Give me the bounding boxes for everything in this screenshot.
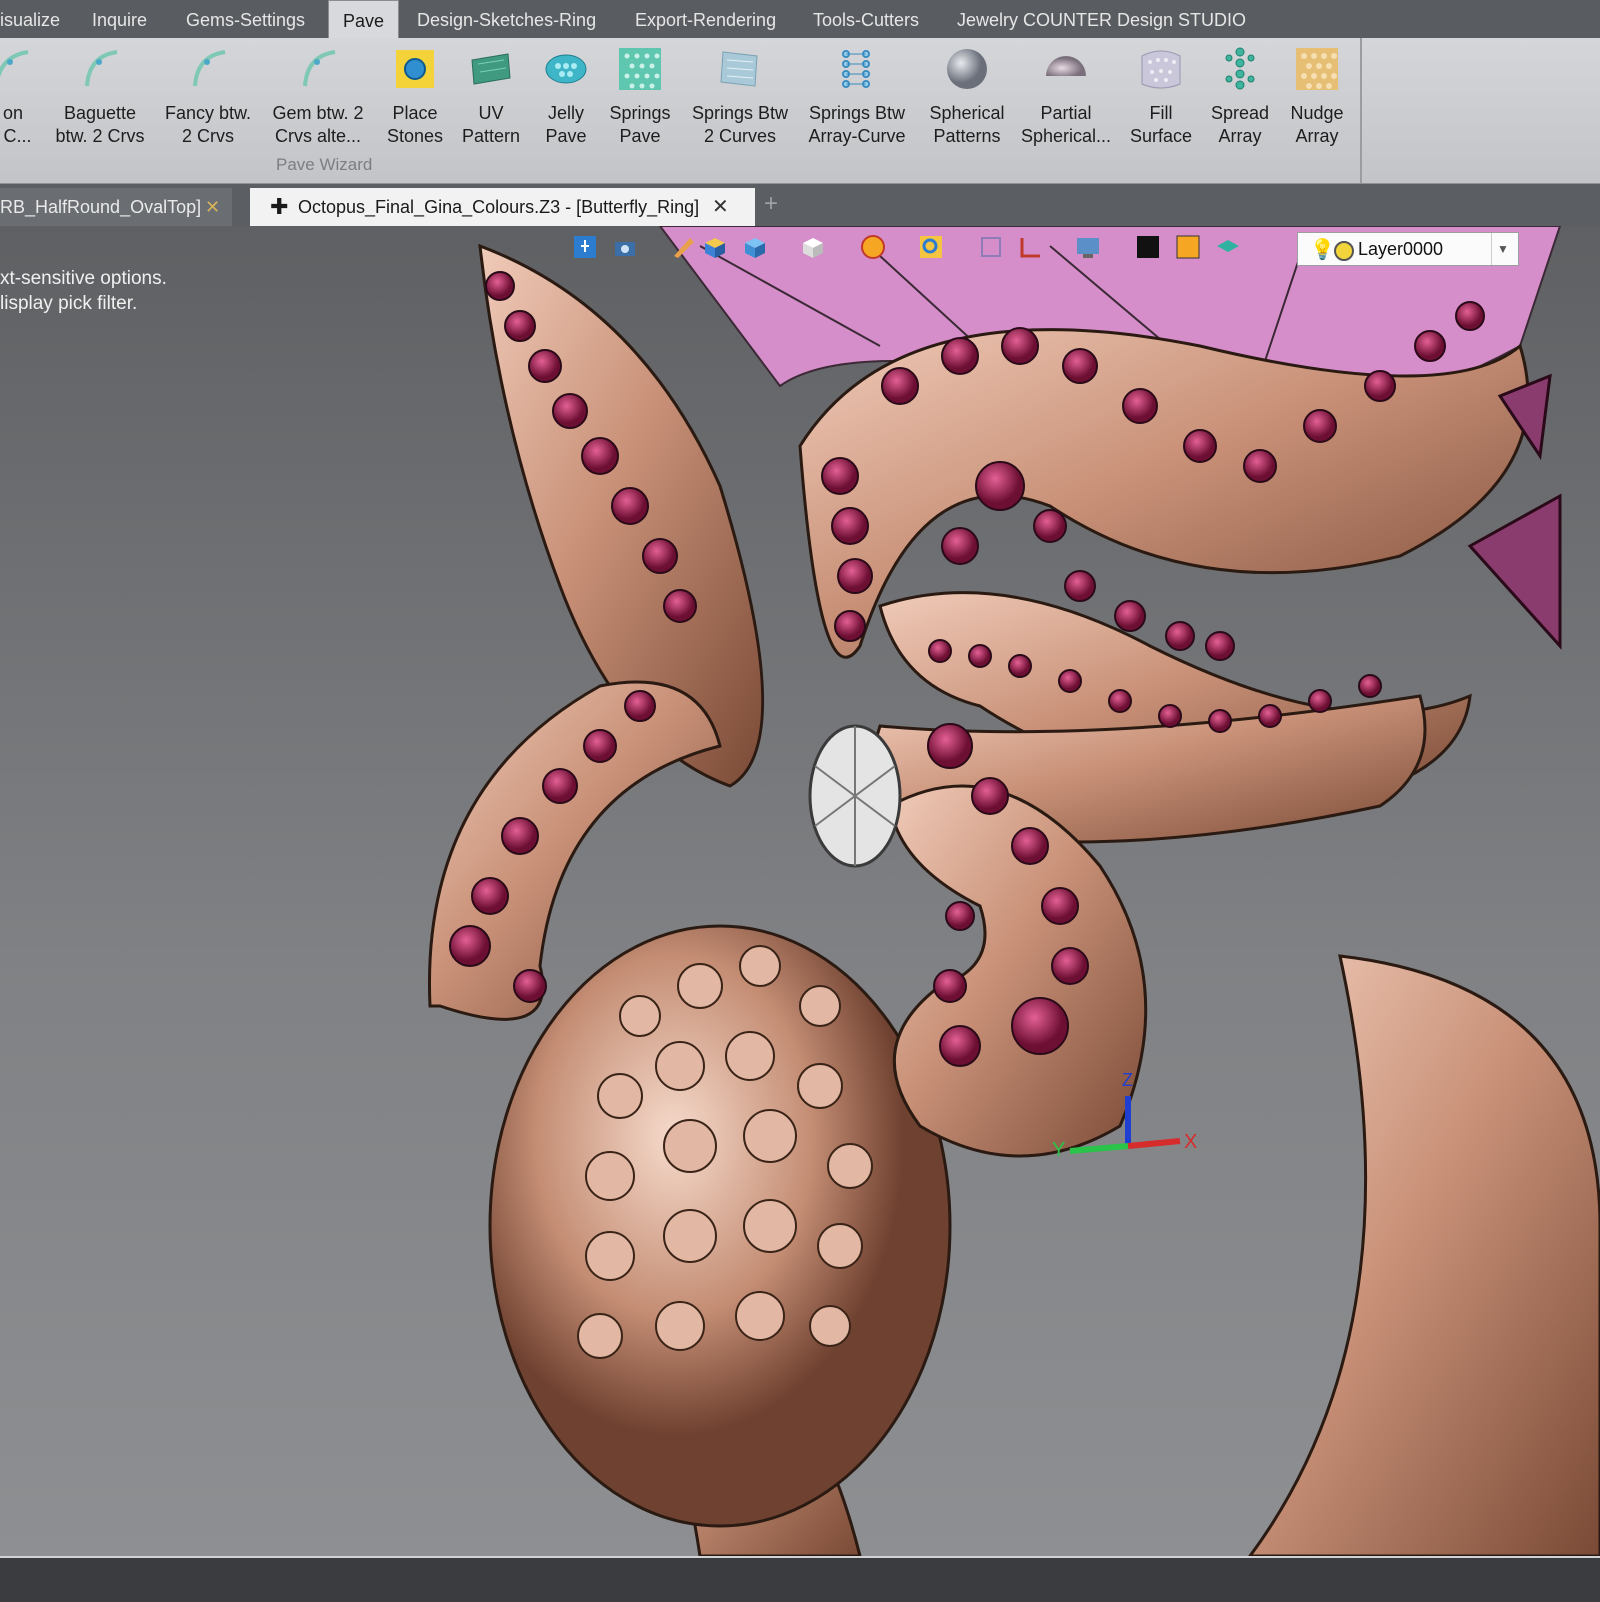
ribbon-button-baguette[interactable]: Baguette btw. 2 Crvs [52,46,148,156]
orange-color-swatch-icon[interactable] [1175,234,1201,260]
measure-icon[interactable] [1018,234,1044,260]
curve-gem-icon [303,50,336,87]
close-icon[interactable]: ✕ [205,188,220,226]
document-tab-octopus[interactable]: ✚ Octopus_Final_Gina_Colours.Z3 - [Butte… [250,188,755,226]
chevron-down-icon[interactable]: ▼ [1491,233,1514,265]
ribbon: on l C... Baguette btw. 2 Crvs Fancy btw… [0,38,1600,184]
fill-surface-icon [1141,50,1181,89]
layer-name: Layer0000 [1358,239,1444,259]
sphere-icon [947,49,987,89]
layer-dropdown[interactable]: 💡 Layer0000 ▼ [1297,232,1519,266]
ribbon-button-place-stones[interactable]: Place Stones [384,46,446,156]
axis-label-x: X [1184,1131,1197,1153]
menu-tab-jewelry-counter-design-studio[interactable]: Jewelry COUNTER Design STUDIO [957,0,1246,38]
place-stones-icon [396,50,434,88]
ring-model-render: X Y Z [427,226,1600,1556]
ribbon-button-fancy-between-curves[interactable]: Fancy btw. 2 Crvs [160,46,256,156]
axis-label-z: Z [1122,1070,1133,1090]
exit-icon[interactable] [572,234,598,260]
ribbon-button-spread-array[interactable]: Spread Array [1206,46,1274,156]
pen-icon[interactable] [670,234,696,260]
axis-label-y: Y [1052,1139,1065,1161]
context-hint: xt-sensitive options. lisplay pick filte… [0,268,167,314]
white-cube-icon[interactable] [800,234,826,260]
pin-icon: ✚ [270,194,289,219]
half-sphere-icon [1046,56,1086,76]
curve-gem-icon [0,50,29,78]
menu-tab-inquire[interactable]: Inquire [92,0,147,38]
ribbon-button-partial-spherical[interactable]: Partial Spherical... [1018,46,1114,156]
springs-curves-icon [720,51,758,87]
springs-pave-icon [619,48,661,90]
3d-viewport[interactable]: X Y Z xt-sensitive options. lisplay pick… [0,226,1600,1556]
menu-bar: isualize Inquire Gems-Settings Pave Desi… [0,0,1600,41]
ribbon-button-springs-between-curves[interactable]: Springs Btw 2 Curves [688,46,792,156]
color-wheel-icon[interactable] [860,234,886,260]
spread-array-icon [1225,47,1255,90]
camera-icon[interactable] [612,234,638,260]
ribbon-button-spherical-patterns[interactable]: Spherical Patterns [926,46,1008,156]
document-tab-halfround-ovaltop[interactable]: RB_HalfRound_OvalTop] ✕ [0,188,232,226]
ribbon-group-label: Pave Wizard [276,155,373,174]
ribbon-button-gem-on-curve[interactable]: on l C... [0,46,38,156]
lightbulb-icon[interactable]: 💡 [1310,237,1335,262]
zoom-icon[interactable] [918,234,944,260]
layer-color-icon [1334,241,1354,261]
document-tab-bar: RB_HalfRound_OvalTop] ✕ ✚ Octopus_Final_… [0,184,1600,226]
box-icon[interactable] [702,234,728,260]
menu-tab-tools-cutters[interactable]: Tools-Cutters [813,0,919,38]
menu-tab-visualize[interactable]: isualize [0,0,60,38]
cube-icon[interactable] [742,234,768,260]
menu-tab-export-rendering[interactable]: Export-Rendering [635,0,776,38]
new-tab-button[interactable]: + [764,190,778,218]
ribbon-button-springs-between-array-curve[interactable]: Springs Btw Array-Curve [802,46,912,156]
menu-tab-pave[interactable]: Pave [328,0,400,41]
curve-gem-icon [193,50,226,87]
ribbon-button-jelly-pave[interactable]: Jelly Pave [536,46,596,156]
nudge-array-icon [1296,48,1338,90]
ribbon-button-fill-surface[interactable]: Fill Surface [1126,46,1196,156]
menu-tab-gems-settings[interactable]: Gems-Settings [186,0,305,38]
black-color-swatch-icon[interactable] [1135,234,1161,260]
ribbon-button-springs-pave[interactable]: Springs Pave [606,46,674,156]
snap-icon[interactable] [978,234,1004,260]
ribbon-divider [1360,38,1362,183]
curve-gem-icon [85,50,118,87]
ribbon-button-gem-between-curves-alternate[interactable]: Gem btw. 2 Crvs alte... [268,46,368,156]
ribbon-button-nudge-array[interactable]: Nudge Array [1284,46,1350,156]
uv-pattern-icon [471,53,511,85]
layer-stack-icon[interactable] [1215,234,1241,260]
jelly-pave-icon [545,54,587,84]
status-bar [0,1556,1600,1602]
close-icon[interactable]: ✕ [712,188,729,226]
menu-tab-design-sketches-ring[interactable]: Design-Sketches-Ring [417,0,596,38]
springs-array-icon [842,50,870,88]
ribbon-button-uv-pattern[interactable]: UV Pattern [456,46,526,156]
display-icon[interactable] [1075,234,1101,260]
